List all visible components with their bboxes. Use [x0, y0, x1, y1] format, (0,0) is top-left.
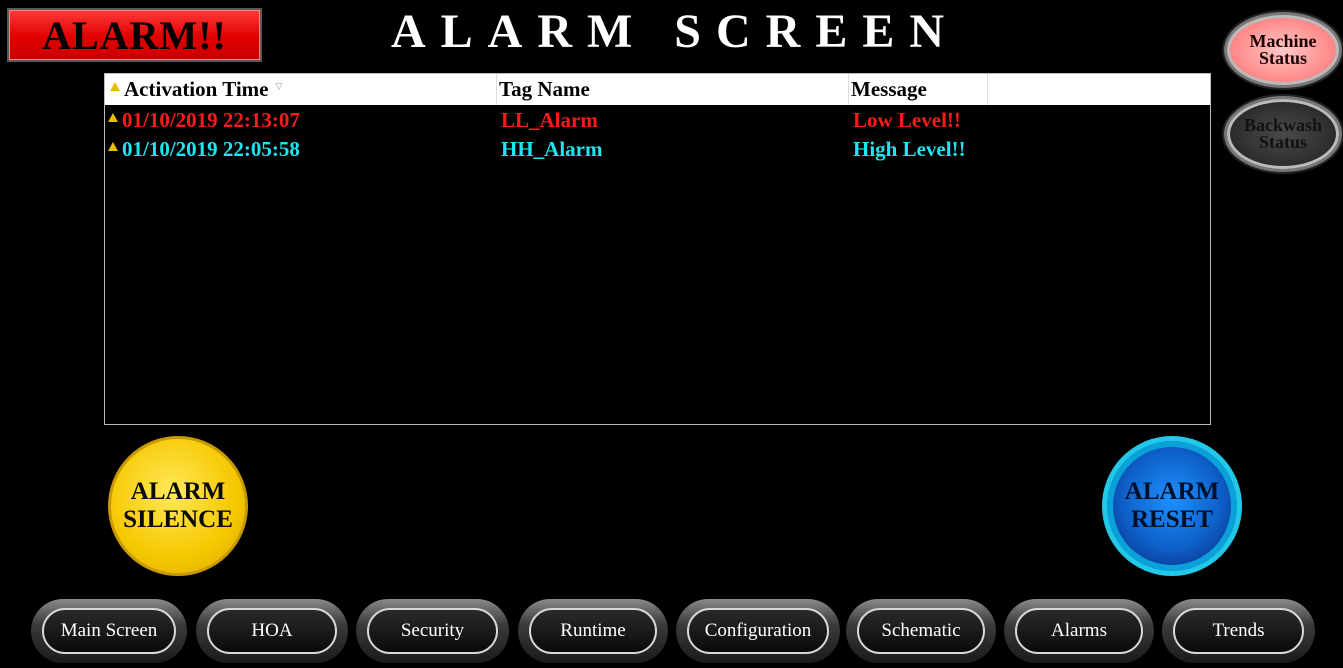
column-header-time-label: Activation Time	[124, 77, 269, 101]
warning-icon	[108, 141, 118, 151]
column-header-activation-time[interactable]: Activation Time ▽	[105, 74, 497, 105]
cell-tag-name: LL_Alarm	[501, 107, 598, 132]
nav-alarms-button[interactable]: Alarms	[1004, 599, 1154, 663]
nav-configuration-button[interactable]: Configuration	[676, 599, 840, 663]
page-title: ALARM SCREEN	[390, 5, 960, 58]
alarm-banner-label: ALARM!!	[42, 12, 227, 58]
column-header-tag-label: Tag Name	[499, 77, 590, 101]
cell-message: Low Level!!	[853, 107, 961, 132]
warning-icon	[108, 112, 118, 122]
nav-trends-button[interactable]: Trends	[1162, 599, 1315, 663]
alarm-table[interactable]: Activation Time ▽ Tag Name Message 01/10…	[104, 73, 1211, 425]
alarm-reset-line2: RESET	[1131, 506, 1213, 533]
backwash-status-line2: Status	[1258, 132, 1307, 152]
cell-message: High Level!!	[853, 136, 966, 161]
alarm-reset-button[interactable]: ALARM RESET	[1102, 436, 1242, 576]
nav-alarms-label: Alarms	[1015, 608, 1143, 654]
nav-trends-label: Trends	[1173, 608, 1304, 654]
table-row[interactable]: 01/10/2019 22:05:58 HH_Alarm High Level!…	[105, 135, 1210, 163]
nav-main-screen-button[interactable]: Main Screen	[31, 599, 187, 663]
alarm-silence-line2: SILENCE	[123, 506, 233, 533]
machine-status-button[interactable]: Machine Status	[1224, 12, 1342, 88]
cell-activation-time: 01/10/2019 22:05:58	[105, 135, 497, 163]
nav-runtime-label: Runtime	[529, 608, 657, 654]
nav-security-button[interactable]: Security	[356, 599, 509, 663]
warning-icon	[110, 82, 120, 91]
nav-main-screen-label: Main Screen	[42, 608, 176, 654]
alarm-reset-line1: ALARM	[1124, 478, 1220, 505]
nav-schematic-button[interactable]: Schematic	[846, 599, 996, 663]
backwash-status-button[interactable]: Backwash Status	[1224, 96, 1342, 172]
table-header: Activation Time ▽ Tag Name Message	[105, 74, 1210, 105]
nav-hoa-button[interactable]: HOA	[196, 599, 348, 663]
nav-security-label: Security	[367, 608, 498, 654]
time-value: 01/10/2019 22:05:58	[122, 136, 300, 161]
cell-tag-name: HH_Alarm	[501, 136, 603, 161]
nav-configuration-label: Configuration	[687, 608, 829, 654]
nav-hoa-label: HOA	[207, 608, 337, 654]
machine-status-line2: Status	[1258, 48, 1307, 68]
column-header-tag-name[interactable]: Tag Name	[497, 74, 849, 105]
table-row[interactable]: 01/10/2019 22:13:07 LL_Alarm Low Level!!	[105, 106, 1210, 134]
time-value: 01/10/2019 22:13:07	[122, 107, 300, 132]
column-header-message-label: Message	[851, 77, 927, 101]
nav-schematic-label: Schematic	[857, 608, 985, 654]
alarm-banner: ALARM!!	[7, 8, 262, 62]
nav-runtime-button[interactable]: Runtime	[518, 599, 668, 663]
column-header-message[interactable]: Message	[849, 74, 988, 105]
alarm-silence-button[interactable]: ALARM SILENCE	[108, 436, 248, 576]
cell-activation-time: 01/10/2019 22:13:07	[105, 106, 497, 134]
alarm-silence-line1: ALARM	[130, 478, 226, 505]
sort-desc-icon: ▽	[275, 81, 283, 91]
